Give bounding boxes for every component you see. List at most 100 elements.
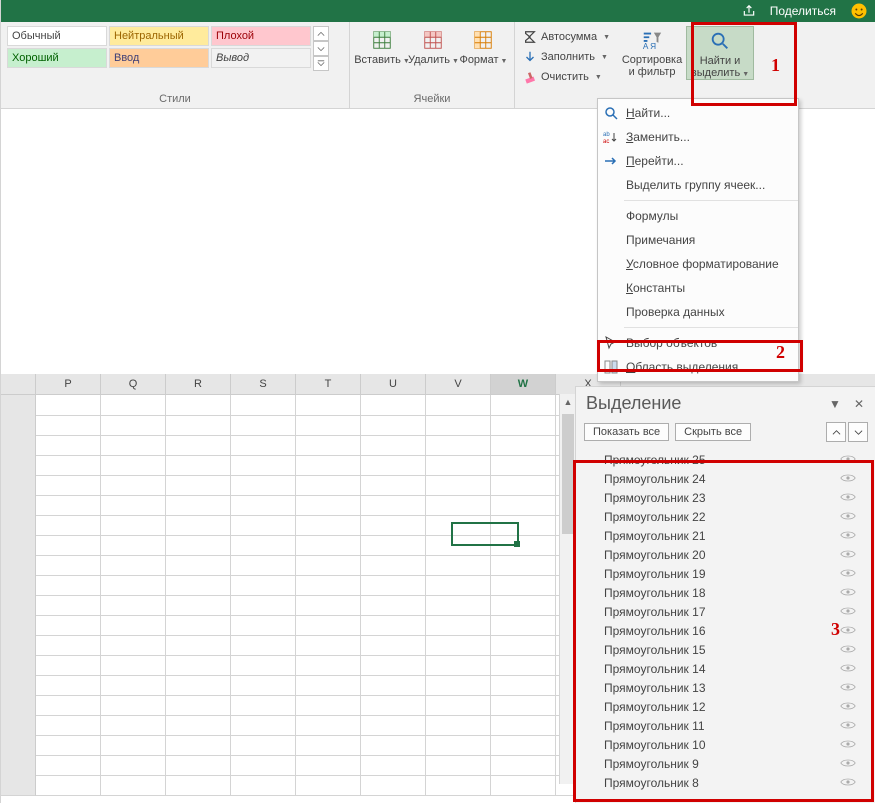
cell[interactable] <box>1 695 36 716</box>
cell[interactable] <box>36 735 101 756</box>
cell[interactable] <box>101 415 166 436</box>
cell[interactable] <box>166 435 231 456</box>
cell[interactable] <box>361 755 426 776</box>
cell[interactable] <box>1 675 36 696</box>
cell[interactable] <box>166 755 231 776</box>
style-good[interactable]: Хороший <box>7 48 107 68</box>
cell[interactable] <box>426 395 491 416</box>
cell[interactable] <box>296 535 361 556</box>
cell[interactable] <box>1 575 36 596</box>
close-icon[interactable]: ✕ <box>850 395 868 413</box>
cell[interactable] <box>491 735 556 756</box>
sort-filter-button[interactable]: A Я Сортировка и фильтр <box>620 26 684 78</box>
cell[interactable] <box>231 615 296 636</box>
cell[interactable] <box>361 775 426 796</box>
cell[interactable] <box>1 635 36 656</box>
cell[interactable] <box>296 695 361 716</box>
cell[interactable] <box>361 715 426 736</box>
cell[interactable] <box>361 415 426 436</box>
gallery-more-icon[interactable] <box>313 56 329 71</box>
cell[interactable] <box>36 655 101 676</box>
menu-comments[interactable]: Примечания <box>598 228 798 252</box>
cell[interactable] <box>1 455 36 476</box>
cell[interactable] <box>36 715 101 736</box>
cell[interactable] <box>296 715 361 736</box>
cell[interactable] <box>296 635 361 656</box>
send-backward-icon[interactable] <box>848 422 868 442</box>
menu-cond-format[interactable]: Условное форматирование <box>598 252 798 276</box>
cell[interactable] <box>296 675 361 696</box>
cell[interactable] <box>491 495 556 516</box>
pane-item[interactable]: Прямоугольник 25 <box>576 450 875 469</box>
style-bad[interactable]: Плохой <box>211 26 311 46</box>
cell[interactable] <box>231 435 296 456</box>
eye-icon[interactable] <box>840 643 856 657</box>
cell[interactable] <box>166 415 231 436</box>
menu-replace[interactable]: abac Заменить... <box>598 125 798 149</box>
cell[interactable] <box>296 455 361 476</box>
cell[interactable] <box>1 495 36 516</box>
cell[interactable] <box>101 655 166 676</box>
share-button[interactable]: Поделиться <box>770 4 836 18</box>
find-select-button[interactable]: Найти и выделить▼ <box>686 26 754 80</box>
autosum-button[interactable]: Автосумма▼ <box>519 28 614 46</box>
cell[interactable] <box>166 735 231 756</box>
cell[interactable] <box>491 395 556 416</box>
pane-item[interactable]: Прямоугольник 13 <box>576 678 875 697</box>
eye-icon[interactable] <box>840 738 856 752</box>
cell[interactable] <box>231 535 296 556</box>
cell[interactable] <box>231 755 296 776</box>
cell[interactable] <box>231 415 296 436</box>
cell[interactable] <box>36 695 101 716</box>
pane-item[interactable]: Прямоугольник 15 <box>576 640 875 659</box>
cell[interactable] <box>231 695 296 716</box>
cell[interactable] <box>426 455 491 476</box>
column-header[interactable]: T <box>296 374 361 394</box>
cell[interactable] <box>231 595 296 616</box>
eye-icon[interactable] <box>840 681 856 695</box>
pane-item[interactable]: Прямоугольник 24 <box>576 469 875 488</box>
pane-item[interactable]: Прямоугольник 19 <box>576 564 875 583</box>
cell[interactable] <box>296 475 361 496</box>
menu-formulas[interactable]: Формулы <box>598 204 798 228</box>
eye-icon[interactable] <box>840 472 856 486</box>
pane-item[interactable]: Прямоугольник 12 <box>576 697 875 716</box>
cell[interactable] <box>1 655 36 676</box>
cell[interactable] <box>101 435 166 456</box>
cell[interactable] <box>426 635 491 656</box>
cell[interactable] <box>101 455 166 476</box>
cell[interactable] <box>101 575 166 596</box>
cell[interactable] <box>231 735 296 756</box>
pane-options-icon[interactable]: ▼ <box>826 395 844 413</box>
menu-selection-pane[interactable]: Область выделения... <box>598 355 798 379</box>
cell[interactable] <box>36 455 101 476</box>
cell[interactable] <box>296 555 361 576</box>
eye-icon[interactable] <box>840 548 856 562</box>
cell[interactable] <box>1 715 36 736</box>
column-header[interactable]: W <box>491 374 556 394</box>
cell[interactable] <box>1 755 36 776</box>
eye-icon[interactable] <box>840 719 856 733</box>
cell[interactable] <box>361 595 426 616</box>
cell[interactable] <box>361 535 426 556</box>
cell[interactable] <box>231 555 296 576</box>
scroll-thumb[interactable] <box>562 414 574 534</box>
column-header[interactable] <box>1 374 36 394</box>
style-normal[interactable]: Обычный <box>7 26 107 46</box>
cell[interactable] <box>101 755 166 776</box>
cell[interactable] <box>36 755 101 776</box>
cell[interactable] <box>426 655 491 676</box>
scroll-up-icon[interactable]: ▲ <box>560 394 576 410</box>
cell[interactable] <box>491 695 556 716</box>
cell[interactable] <box>296 575 361 596</box>
cell[interactable] <box>36 615 101 636</box>
cell[interactable] <box>426 715 491 736</box>
cell[interactable] <box>166 395 231 416</box>
vertical-scrollbar[interactable]: ▲ <box>559 394 576 784</box>
cell[interactable] <box>166 635 231 656</box>
share-icon[interactable] <box>742 4 756 18</box>
cell[interactable] <box>491 615 556 636</box>
cell[interactable] <box>101 395 166 416</box>
pane-item[interactable]: Прямоугольник 20 <box>576 545 875 564</box>
format-button[interactable]: Формат▼ <box>459 26 508 66</box>
